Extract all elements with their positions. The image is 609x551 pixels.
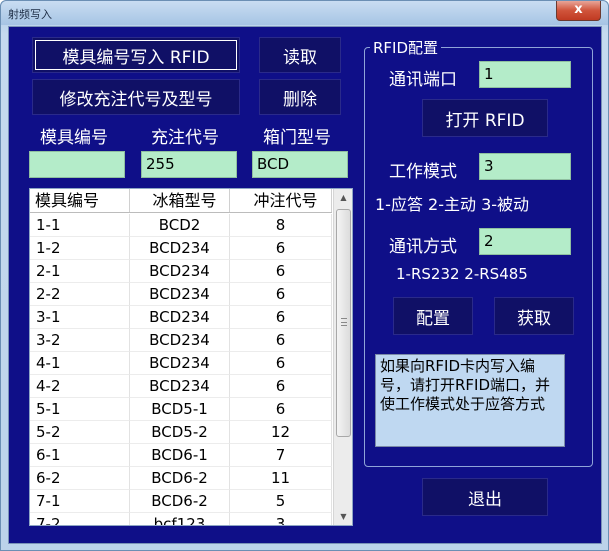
cell-fridge-model: BCD234	[130, 352, 230, 375]
mold-number-label: 模具编号	[40, 128, 108, 148]
close-button[interactable]: x	[556, 1, 601, 21]
cell-mold-number: 4-1	[30, 352, 130, 375]
cell-mold-number: 6-1	[30, 444, 130, 467]
get-button[interactable]: 获取	[494, 297, 574, 335]
table-row[interactable]: 7-2 bcf123 3	[30, 513, 332, 525]
cell-charge-code: 8	[230, 214, 332, 237]
cell-charge-code: 6	[230, 283, 332, 306]
work-mode-input[interactable]: 3	[479, 153, 571, 180]
cell-fridge-model: BCD234	[130, 260, 230, 283]
cell-mold-number: 1-1	[30, 214, 130, 237]
table-row[interactable]: 5-2 BCD5-2 12	[30, 421, 332, 444]
cell-mold-number: 1-2	[30, 237, 130, 260]
close-icon: x	[574, 2, 583, 17]
cell-mold-number: 7-2	[30, 513, 130, 525]
cell-charge-code: 3	[230, 513, 332, 525]
write-rfid-button[interactable]: 模具编号写入 RFID	[32, 37, 240, 73]
cell-charge-code: 5	[230, 490, 332, 513]
read-button[interactable]: 读取	[259, 37, 341, 73]
column-header-charge[interactable]: 冲注代号	[230, 189, 332, 212]
modify-button[interactable]: 修改充注代号及型号	[32, 79, 240, 115]
cell-charge-code: 6	[230, 398, 332, 421]
scroll-down-icon[interactable]: ▼	[334, 508, 352, 525]
open-rfid-button[interactable]: 打开 RFID	[422, 99, 548, 137]
work-mode-label: 工作模式	[389, 162, 457, 182]
table-row[interactable]: 4-2 BCD234 6	[30, 375, 332, 398]
table-body: 1-1 BCD2 8 1-2 BCD234 6 2-1 BCD234 6 2-2 BCD234 6 3-…	[30, 214, 332, 525]
cell-fridge-model: BCD5-2	[130, 421, 230, 444]
scrollbar-thumb[interactable]	[336, 209, 351, 437]
cell-mold-number: 7-1	[30, 490, 130, 513]
table-row[interactable]: 2-1 BCD234 6	[30, 260, 332, 283]
cell-fridge-model: BCD2	[130, 214, 230, 237]
cell-charge-code: 6	[230, 375, 332, 398]
cell-mold-number: 2-2	[30, 283, 130, 306]
table-row[interactable]: 3-2 BCD234 6	[30, 329, 332, 352]
cell-charge-code: 11	[230, 467, 332, 490]
exit-button[interactable]: 退出	[422, 478, 548, 516]
window-title: 射频写入	[8, 8, 52, 21]
app-window: 射频写入 x 模具编号写入 RFID 读取 修改充注代号及型号 删除 模具编号 …	[0, 0, 609, 551]
mold-table[interactable]: 模具编号 冰箱型号 冲注代号 1-1 BCD2 8 1-2 BCD234 6 2-1 BCD2…	[29, 188, 353, 526]
title-bar[interactable]: 射频写入 x	[1, 1, 608, 25]
cell-fridge-model: BCD234	[130, 237, 230, 260]
port-label: 通讯端口	[389, 70, 457, 90]
cell-mold-number: 6-2	[30, 467, 130, 490]
table-row[interactable]: 1-2 BCD234 6	[30, 237, 332, 260]
comm-mode-input[interactable]: 2	[479, 228, 571, 255]
cell-fridge-model: BCD234	[130, 306, 230, 329]
configure-button[interactable]: 配置	[393, 297, 473, 335]
cell-charge-code: 12	[230, 421, 332, 444]
table-row[interactable]: 4-1 BCD234 6	[30, 352, 332, 375]
cell-charge-code: 6	[230, 237, 332, 260]
cell-fridge-model: BCD6-2	[130, 490, 230, 513]
table-row[interactable]: 5-1 BCD5-1 6	[30, 398, 332, 421]
cell-mold-number: 3-1	[30, 306, 130, 329]
cell-fridge-model: BCD234	[130, 329, 230, 352]
cell-mold-number: 2-1	[30, 260, 130, 283]
column-header-fridge[interactable]: 冰箱型号	[130, 189, 230, 212]
cell-charge-code: 6	[230, 260, 332, 283]
cell-fridge-model: BCD5-1	[130, 398, 230, 421]
charge-code-input[interactable]: 255	[141, 151, 237, 178]
cell-fridge-model: BCD6-1	[130, 444, 230, 467]
table-row[interactable]: 7-1 BCD6-2 5	[30, 490, 332, 513]
comm-mode-hint: 1-RS232 2-RS485	[396, 265, 528, 283]
rfid-config-title: RFID配置	[370, 37, 442, 58]
charge-code-label: 充注代号	[151, 128, 219, 148]
cell-charge-code: 6	[230, 329, 332, 352]
cell-mold-number: 5-1	[30, 398, 130, 421]
cell-mold-number: 3-2	[30, 329, 130, 352]
work-mode-hint: 1-应答 2-主动 3-被动	[375, 195, 530, 214]
port-input[interactable]: 1	[479, 61, 571, 88]
column-header-mold[interactable]: 模具编号	[30, 189, 130, 212]
scroll-up-icon[interactable]: ▲	[334, 189, 352, 206]
table-scrollbar[interactable]: ▲ ▼	[333, 189, 352, 525]
cell-fridge-model: BCD6-2	[130, 467, 230, 490]
hint-memo[interactable]: 如果向RFID卡内写入编号，请打开RFID端口，并使工作模式处于应答方式	[375, 354, 565, 447]
table-row[interactable]: 2-2 BCD234 6	[30, 283, 332, 306]
cell-charge-code: 6	[230, 306, 332, 329]
cell-mold-number: 5-2	[30, 421, 130, 444]
door-model-label: 箱门型号	[263, 128, 331, 148]
delete-button[interactable]: 删除	[259, 79, 341, 115]
table-row[interactable]: 6-1 BCD6-1 7	[30, 444, 332, 467]
cell-fridge-model: BCD234	[130, 375, 230, 398]
comm-mode-label: 通讯方式	[389, 237, 457, 257]
cell-charge-code: 7	[230, 444, 332, 467]
cell-charge-code: 6	[230, 352, 332, 375]
cell-fridge-model: BCD234	[130, 283, 230, 306]
client-area: 模具编号写入 RFID 读取 修改充注代号及型号 删除 模具编号 充注代号 箱门…	[8, 26, 602, 544]
cell-fridge-model: bcf123	[130, 513, 230, 525]
table-row[interactable]: 1-1 BCD2 8	[30, 214, 332, 237]
door-model-input[interactable]: BCD	[252, 151, 348, 178]
cell-mold-number: 4-2	[30, 375, 130, 398]
mold-number-input[interactable]	[29, 151, 125, 178]
table-row[interactable]: 3-1 BCD234 6	[30, 306, 332, 329]
table-header: 模具编号 冰箱型号 冲注代号	[30, 189, 332, 213]
table-row[interactable]: 6-2 BCD6-2 11	[30, 467, 332, 490]
